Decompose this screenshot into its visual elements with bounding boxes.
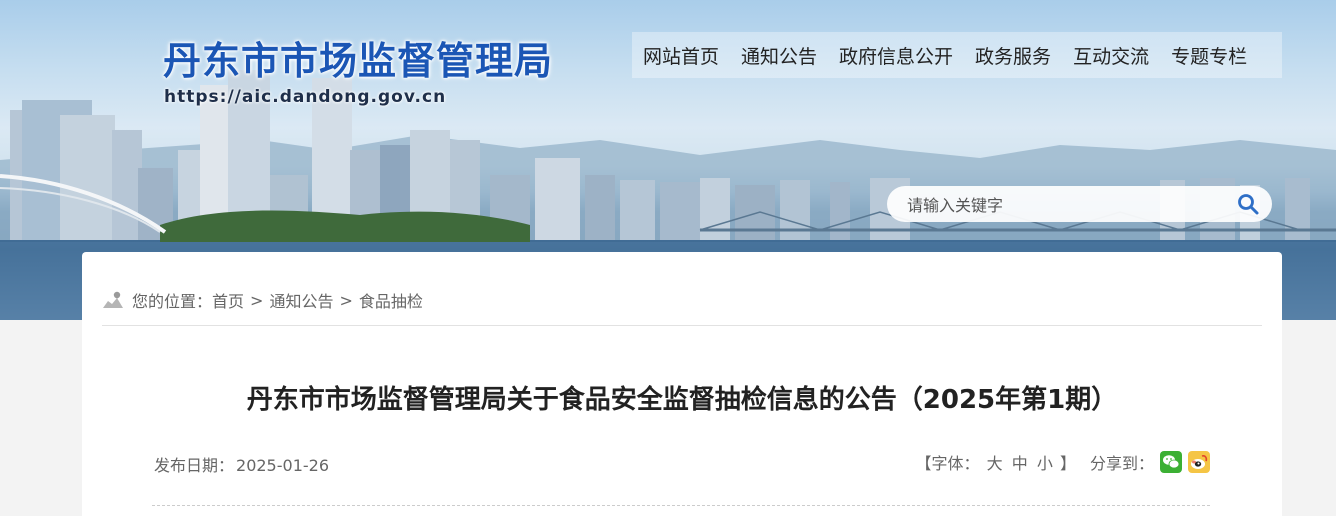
font-size-small-button[interactable]: 小	[1037, 454, 1053, 473]
weibo-icon[interactable]	[1188, 451, 1210, 473]
font-size-control: 【字体： 大 中 小 】	[916, 450, 1076, 474]
search-icon[interactable]	[1236, 192, 1260, 216]
article-title: 丹东市市场监督管理局关于食品安全监督抽检信息的公告（2025年第1期）	[246, 385, 1118, 415]
nav-item-notices[interactable]: 通知公告	[741, 42, 817, 69]
font-size-close: 】	[1059, 454, 1076, 473]
nav-item-services[interactable]: 政务服务	[975, 42, 1051, 69]
content-card: 您的位置： 首页 > 通知公告 > 食品抽检 丹东市市场监督管理局关于食品安全监…	[82, 252, 1282, 516]
article-tools: 【字体： 大 中 小 】 分享到：	[916, 450, 1210, 474]
main-nav: 网站首页 通知公告 政府信息公开 政务服务 互动交流 专题专栏	[632, 32, 1282, 78]
nav-item-gov-info[interactable]: 政府信息公开	[839, 42, 953, 69]
breadcrumb-food-inspection[interactable]: 食品抽检	[359, 288, 423, 312]
breadcrumb-separator: >	[339, 290, 353, 310]
search-input[interactable]	[905, 186, 1229, 224]
site-title[interactable]: 丹东市市场监督管理局	[163, 38, 553, 84]
publish-date-value: 2025-01-26	[236, 456, 329, 475]
breadcrumb: 您的位置： 首页 > 通知公告 > 食品抽检	[102, 288, 423, 312]
share-label: 分享到：	[1089, 454, 1154, 473]
font-size-medium-button[interactable]: 中	[1012, 454, 1028, 473]
breadcrumb-prefix: 您的位置：	[132, 292, 213, 311]
font-size-large-button[interactable]: 大	[987, 454, 1003, 473]
site-url: https://aic.dandong.gov.cn	[164, 87, 447, 107]
search-box	[887, 186, 1272, 224]
nav-item-home[interactable]: 网站首页	[643, 42, 719, 69]
nav-item-interaction[interactable]: 互动交流	[1073, 42, 1149, 69]
breadcrumb-separator: >	[250, 290, 264, 310]
publish-date-label: 发布日期：	[154, 456, 235, 475]
breadcrumb-home[interactable]: 首页	[212, 288, 244, 312]
meta-divider	[152, 505, 1210, 506]
map-pin-icon	[102, 291, 124, 309]
breadcrumb-divider	[102, 325, 1262, 326]
breadcrumb-notices[interactable]: 通知公告	[269, 288, 333, 312]
font-size-open: 【字体：	[915, 454, 980, 473]
wechat-icon[interactable]	[1160, 451, 1182, 473]
article-meta: 发布日期： 2025-01-26 【字体： 大 中 小 】 分享到：	[152, 450, 1210, 476]
nav-item-topics[interactable]: 专题专栏	[1171, 42, 1247, 69]
publish-date: 发布日期： 2025-01-26	[152, 452, 329, 476]
